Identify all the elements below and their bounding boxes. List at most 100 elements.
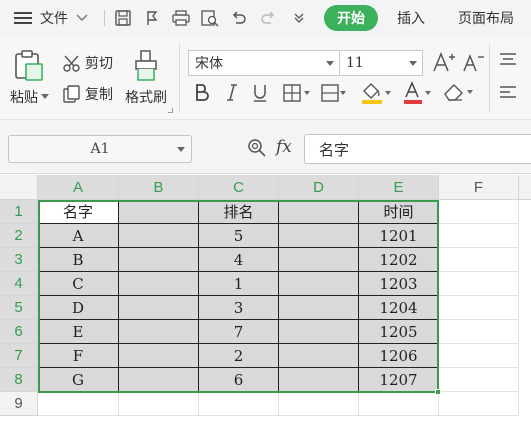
cell-a4[interactable]: C	[38, 272, 119, 296]
cell-e3[interactable]: 1202	[359, 248, 439, 272]
cell-e4[interactable]: 1203	[359, 272, 439, 296]
row-header-6[interactable]: 6	[0, 320, 38, 344]
font-shrink-button[interactable]	[462, 51, 486, 73]
cell-d6[interactable]	[279, 320, 359, 344]
cell-b7[interactable]	[119, 344, 199, 368]
row-header-1[interactable]: 1	[0, 200, 38, 224]
cell-a5[interactable]: D	[38, 296, 119, 320]
cell-c5[interactable]: 3	[199, 296, 279, 320]
column-header-b[interactable]: B	[119, 175, 199, 200]
cell-d5[interactable]	[279, 296, 359, 320]
cell-e5[interactable]: 1204	[359, 296, 439, 320]
underline-button[interactable]	[251, 83, 269, 103]
cell-f1[interactable]	[439, 200, 519, 224]
redo-icon[interactable]	[258, 8, 278, 28]
row-header-3[interactable]: 3	[0, 248, 38, 272]
cell-d4[interactable]	[279, 272, 359, 296]
paste-button[interactable]	[12, 50, 46, 82]
align-left-button[interactable]	[498, 84, 518, 102]
merge-button[interactable]	[320, 83, 346, 103]
cell-d3[interactable]	[279, 248, 359, 272]
column-header-c[interactable]: C	[199, 175, 279, 200]
cell-c4[interactable]: 1	[199, 272, 279, 296]
print-preview-icon[interactable]	[200, 8, 220, 28]
cell-a2[interactable]: A	[38, 224, 119, 248]
function-button[interactable]: fx	[276, 137, 292, 157]
cell-b5[interactable]	[119, 296, 199, 320]
cell-f6[interactable]	[439, 320, 519, 344]
cell-a3[interactable]: B	[38, 248, 119, 272]
cell-c8[interactable]: 6	[199, 368, 279, 392]
print-icon[interactable]	[171, 8, 191, 28]
column-header-e[interactable]: E	[359, 175, 439, 200]
paste-dropdown[interactable]: 粘贴	[10, 87, 49, 107]
cell-e2[interactable]: 1201	[359, 224, 439, 248]
cell-a9[interactable]	[38, 392, 119, 416]
cell-a8[interactable]: G	[38, 368, 119, 392]
cell-c1[interactable]: 排名	[199, 200, 279, 224]
zoom-icon[interactable]	[247, 138, 267, 162]
column-header-f[interactable]: F	[439, 175, 519, 200]
cell-d9[interactable]	[279, 392, 359, 416]
cell-f8[interactable]	[439, 368, 519, 392]
save-icon[interactable]	[113, 8, 133, 28]
border-button[interactable]	[282, 83, 312, 103]
row-header-2[interactable]: 2	[0, 224, 38, 248]
cell-e6[interactable]: 1205	[359, 320, 439, 344]
cut-button[interactable]: 剪切	[62, 53, 113, 73]
font-size-select[interactable]: 11	[339, 50, 423, 76]
tab-insert[interactable]: 插入	[397, 0, 425, 36]
cell-a1[interactable]: 名字	[38, 200, 119, 224]
row-header-4[interactable]: 4	[0, 272, 38, 296]
cell-b8[interactable]	[119, 368, 199, 392]
font-grow-button[interactable]	[432, 51, 456, 73]
column-header-d[interactable]: D	[279, 175, 359, 200]
cell-c2[interactable]: 5	[199, 224, 279, 248]
cell-e7[interactable]: 1206	[359, 344, 439, 368]
font-color-button[interactable]	[402, 81, 434, 105]
formula-input[interactable]: 名字	[304, 134, 531, 164]
row-header-8[interactable]: 8	[0, 368, 38, 392]
row-header-5[interactable]: 5	[0, 296, 38, 320]
tab-home[interactable]: 开始	[324, 5, 378, 31]
cell-c7[interactable]: 2	[199, 344, 279, 368]
italic-button[interactable]	[225, 83, 239, 101]
cell-e8[interactable]: 1207	[359, 368, 439, 392]
clear-button[interactable]	[442, 81, 476, 103]
align-top-button[interactable]	[498, 51, 518, 69]
more-icon[interactable]	[289, 8, 309, 28]
cell-b1[interactable]	[119, 200, 199, 224]
cell-f4[interactable]	[439, 272, 519, 296]
cell-d1[interactable]	[279, 200, 359, 224]
cell-c3[interactable]: 4	[199, 248, 279, 272]
cell-f7[interactable]	[439, 344, 519, 368]
copy-button[interactable]: 复制	[62, 84, 113, 104]
cell-b6[interactable]	[119, 320, 199, 344]
font-name-select[interactable]: 宋体	[188, 50, 340, 76]
cell-e1[interactable]: 时间	[359, 200, 439, 224]
row-header-9[interactable]: 9	[0, 392, 38, 416]
select-all-corner[interactable]	[0, 175, 38, 200]
cell-f2[interactable]	[439, 224, 519, 248]
cell-a6[interactable]: E	[38, 320, 119, 344]
cell-b9[interactable]	[119, 392, 199, 416]
cell-b4[interactable]	[119, 272, 199, 296]
format-painter-button[interactable]: 格式刷	[125, 87, 167, 107]
fill-color-button[interactable]	[360, 81, 392, 105]
cell-d7[interactable]	[279, 344, 359, 368]
cell-b3[interactable]	[119, 248, 199, 272]
name-box[interactable]: A1	[8, 135, 192, 163]
quick-format-icon[interactable]	[142, 8, 162, 28]
cell-b2[interactable]	[119, 224, 199, 248]
cell-d8[interactable]	[279, 368, 359, 392]
cell-c6[interactable]: 7	[199, 320, 279, 344]
cell-f5[interactable]	[439, 296, 519, 320]
cell-c9[interactable]	[199, 392, 279, 416]
undo-icon[interactable]	[229, 8, 249, 28]
fill-handle[interactable]	[435, 389, 441, 395]
clipboard-group-expander[interactable]	[168, 108, 173, 113]
column-header-g[interactable]	[519, 175, 531, 200]
cell-e9[interactable]	[359, 392, 439, 416]
cell-a7[interactable]: F	[38, 344, 119, 368]
tab-page-layout[interactable]: 页面布局	[458, 0, 514, 36]
